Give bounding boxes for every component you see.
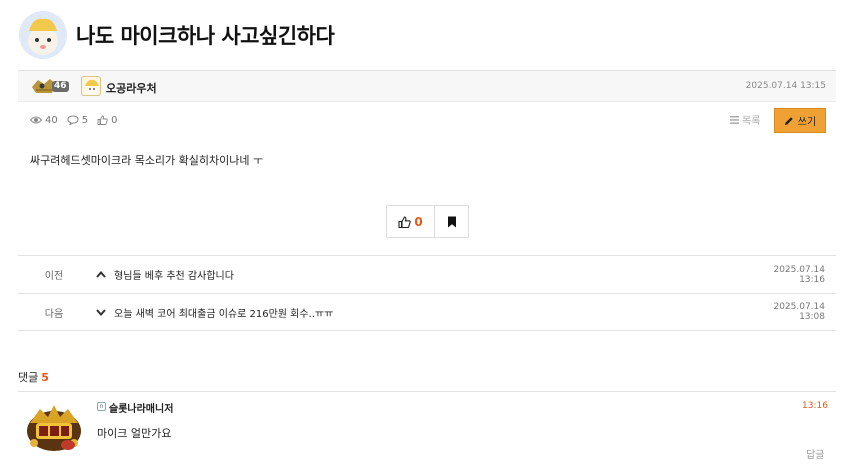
next-post-row[interactable]: 다음 오늘 새벽 코어 최대출금 이슈로 216만원 회수..ㅠㅠ 2025.0… — [18, 293, 836, 331]
comments-label: 댓글 — [18, 371, 39, 384]
user-icon — [81, 76, 101, 96]
like-count: 0 — [414, 214, 423, 229]
comments-count: 5 — [81, 114, 89, 126]
chevron-up-icon — [96, 271, 114, 278]
views-stat: 40 — [30, 115, 58, 126]
thumbs-up-icon — [398, 215, 412, 228]
next-label: 다음 — [44, 308, 64, 320]
write-button[interactable]: 쓰기 — [774, 108, 826, 133]
bookmark-button[interactable] — [435, 206, 468, 237]
prev-post-title[interactable]: 형님들 베후 추천 감사합니다 — [114, 267, 746, 282]
write-button-label: 쓰기 — [797, 117, 817, 128]
user-badge-icon: n — [97, 402, 106, 411]
board-avatar — [19, 11, 67, 59]
comment-text: 마이크 얼만가요 — [97, 427, 172, 440]
prev-post-row[interactable]: 이전 형님들 베후 추천 감사합니다 2025.07.14 13:16 — [18, 255, 836, 293]
post-stats: 40 5 0 — [30, 113, 122, 127]
reply-button[interactable]: 답글 — [806, 446, 824, 461]
next-post-date: 2025.07.14 13:08 — [773, 302, 825, 322]
comment-author[interactable]: 슬롯나라매니저 — [109, 400, 173, 415]
post-body: 싸구려헤드셋마이크라 목소리가 확실히차이나네 ㅜ — [30, 154, 264, 167]
list-button[interactable]: 목록 — [730, 112, 760, 127]
comments-header: 댓글 5 — [18, 369, 49, 385]
level-number: 46 — [52, 81, 69, 92]
thumbs-up-icon — [97, 115, 108, 125]
page-title: 나도 마이크하나 사고싶긴하다 — [76, 24, 335, 48]
comment-time: 13:16 — [802, 401, 828, 411]
vote-box: 0 — [386, 205, 469, 238]
mascot-icon — [19, 11, 67, 59]
comments-total: 5 — [41, 371, 49, 384]
bookmark-icon — [447, 216, 456, 227]
prev-post-date: 2025.07.14 13:16 — [773, 264, 825, 285]
post-date: 2025.07.14 13:15 — [745, 81, 826, 91]
pencil-icon — [784, 116, 793, 125]
comment-icon — [67, 115, 79, 125]
comment-avatar — [22, 401, 86, 455]
comments-stat: 5 — [67, 115, 88, 126]
comments-divider — [18, 391, 836, 392]
likes-count: 0 — [111, 114, 118, 126]
likes-stat: 0 — [97, 115, 117, 126]
list-button-label: 목록 — [742, 116, 761, 127]
next-post-title[interactable]: 오늘 새벽 코어 최대출금 이슈로 216만원 회수..ㅠㅠ — [114, 305, 746, 320]
author-name[interactable]: 오공라우처 — [106, 80, 157, 96]
chevron-down-icon — [96, 308, 114, 316]
slot-logo-icon — [27, 405, 81, 451]
like-button[interactable]: 0 — [387, 206, 435, 237]
prev-label: 이전 — [44, 271, 64, 282]
list-icon — [730, 115, 739, 124]
author-bar: 46 오공라우처 2025.07.14 13:15 — [18, 70, 836, 102]
eye-icon — [30, 116, 42, 124]
views-count: 40 — [45, 114, 58, 126]
